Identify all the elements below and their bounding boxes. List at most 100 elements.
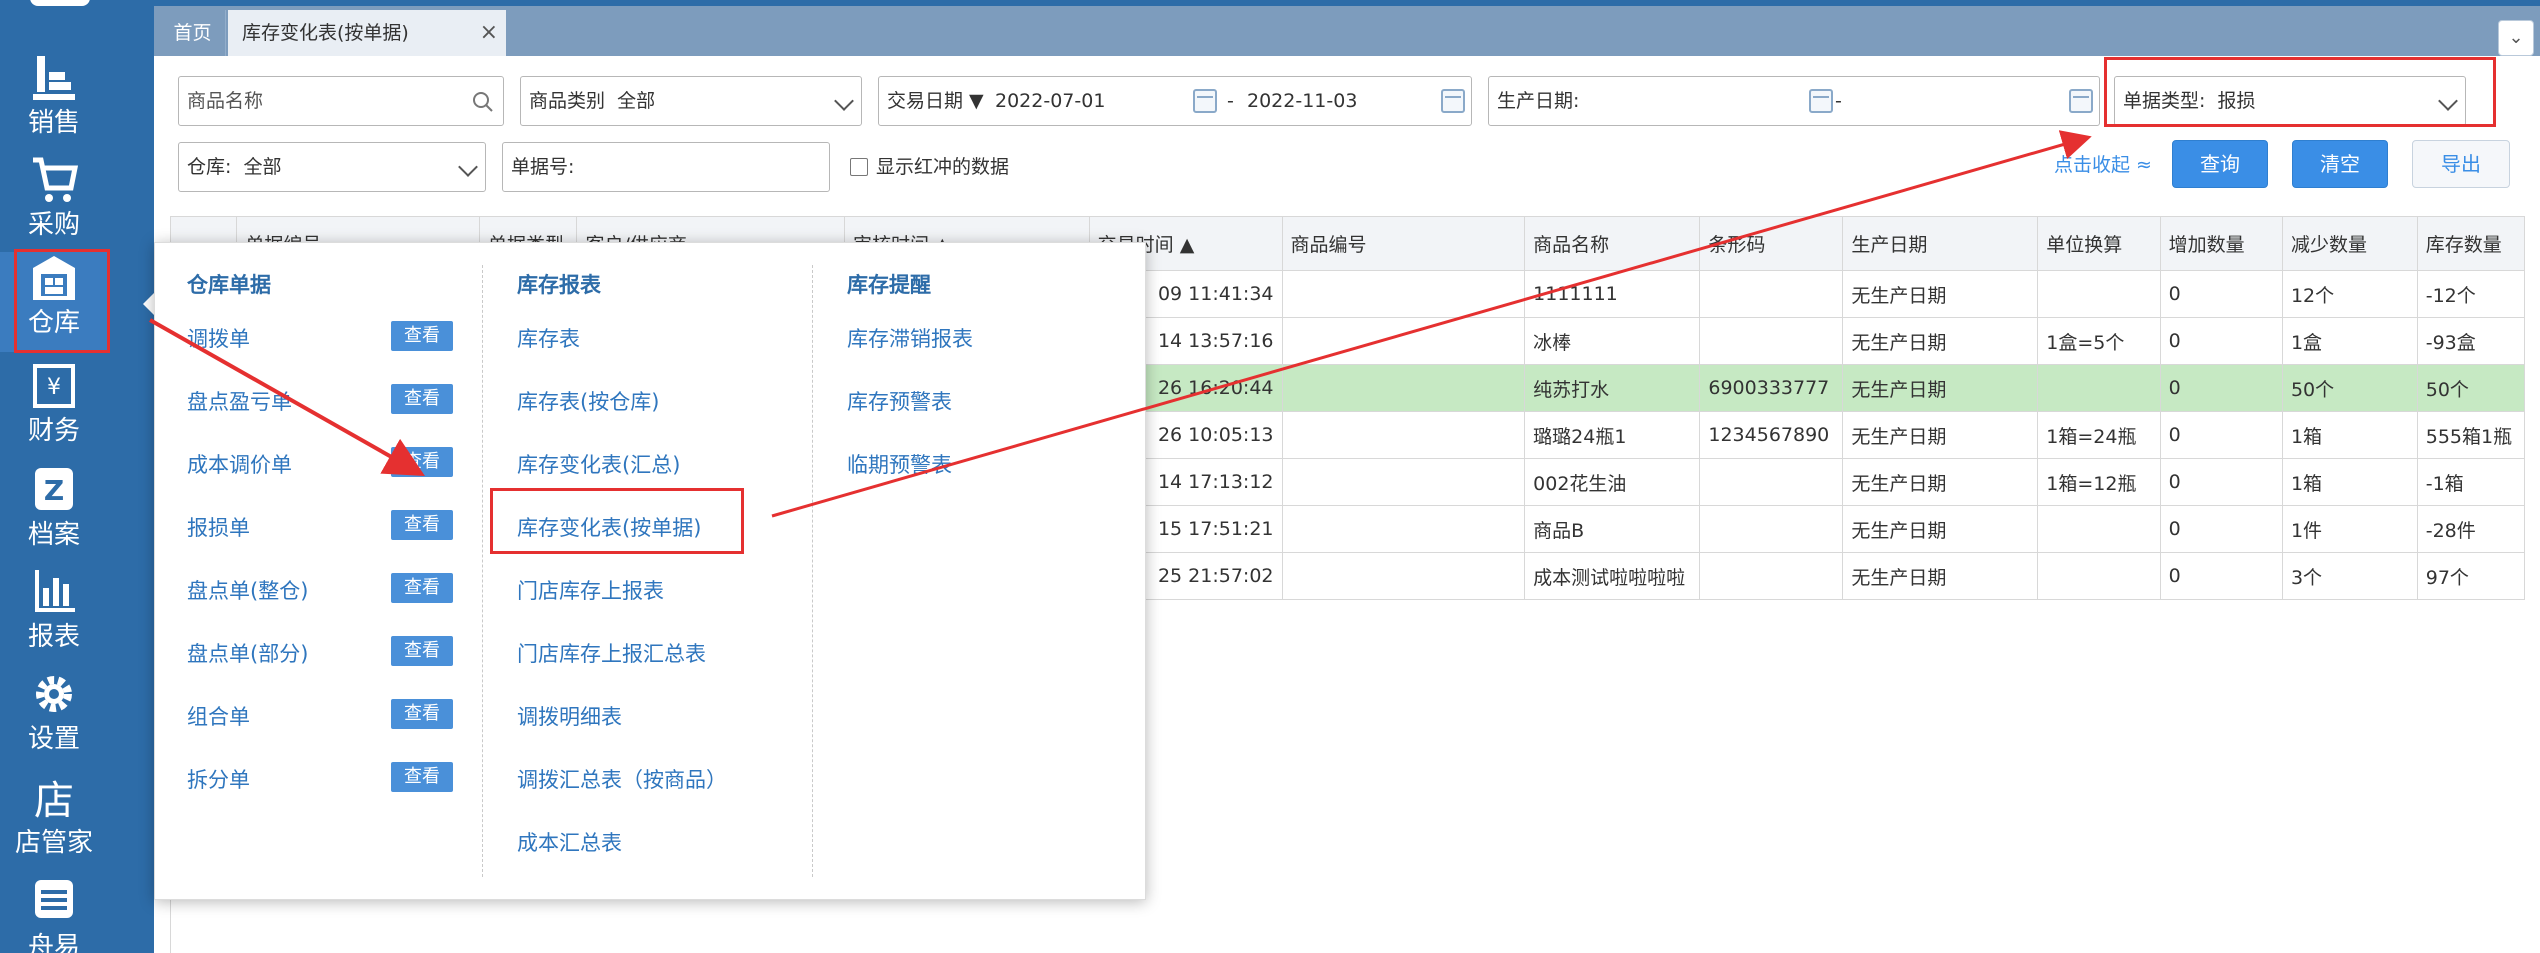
- export-button[interactable]: 导出: [2412, 140, 2510, 188]
- show-red-toggle[interactable]: 显示红冲的数据: [850, 152, 1009, 182]
- calendar-icon[interactable]: [1809, 89, 1833, 113]
- menu-item[interactable]: 拆分单: [187, 764, 250, 794]
- view-button[interactable]: 查看: [391, 510, 453, 540]
- view-button[interactable]: 查看: [391, 573, 453, 603]
- column-header[interactable]: 条形码: [1699, 216, 1844, 271]
- close-icon[interactable]: ×: [480, 10, 498, 56]
- sidebar-item-zhouyi[interactable]: 舟易: [0, 876, 108, 953]
- menu-item[interactable]: 门店库存上报汇总表: [517, 638, 706, 668]
- menu-item[interactable]: 盘点单(整仓): [187, 575, 308, 605]
- trade-date-to[interactable]: 2022-11-03: [1247, 77, 1357, 125]
- trade-date-range[interactable]: 交易日期 ▼ 2022-07-01 - 2022-11-03: [878, 76, 1472, 126]
- sidebar-item-archive[interactable]: Z 档案: [0, 464, 108, 564]
- logo: [30, 0, 90, 6]
- calendar-icon[interactable]: [1193, 89, 1217, 113]
- menu-item[interactable]: 调拨单: [187, 323, 250, 353]
- menu-item[interactable]: 库存表: [517, 323, 580, 353]
- svg-text:Z: Z: [44, 474, 64, 507]
- warehouse-select[interactable]: 仓库: 全部: [178, 142, 486, 192]
- collapse-filters-link[interactable]: 点击收起 ≈: [2054, 150, 2152, 177]
- doc-type-select[interactable]: 单据类型: 报损: [2114, 76, 2466, 126]
- menu-item[interactable]: 调拨汇总表（按商品）: [517, 764, 727, 794]
- sidebar-item-report[interactable]: 报表: [0, 566, 108, 666]
- table-cell: [2037, 552, 2161, 600]
- tab-home[interactable]: 首页: [160, 10, 226, 56]
- calendar-icon[interactable]: [2069, 89, 2093, 113]
- trade-date-label[interactable]: 交易日期 ▼: [887, 90, 984, 112]
- prod-date-label: 生产日期:: [1497, 90, 1580, 112]
- table-cell: 1件: [2281, 505, 2418, 553]
- column-header[interactable]: 库存数量: [2416, 216, 2526, 271]
- menu-item[interactable]: 盘点单(部分): [187, 638, 308, 668]
- table-cell: 1盒: [2281, 317, 2418, 365]
- tab-current[interactable]: 库存变化表(按单据) ×: [228, 10, 506, 56]
- table-cell: 002花生油: [1524, 458, 1701, 506]
- category-select[interactable]: 商品类别 全部: [520, 76, 862, 126]
- trade-date-sep: -: [1227, 90, 1234, 112]
- trade-date-from[interactable]: 2022-07-01: [995, 77, 1105, 125]
- view-button[interactable]: 查看: [391, 699, 453, 729]
- menu-item[interactable]: 库存滞销报表: [847, 323, 973, 353]
- doc-no-input[interactable]: 单据号:: [502, 142, 830, 192]
- yen-icon: ¥: [33, 364, 75, 408]
- sidebar-item-sales[interactable]: 销售: [0, 52, 108, 152]
- chevron-down-icon[interactable]: ⌄: [2498, 20, 2534, 56]
- table-cell: [2037, 364, 2161, 412]
- menu-item[interactable]: 调拨明细表: [517, 701, 622, 731]
- menu-item[interactable]: 组合单: [187, 701, 250, 731]
- sidebar-item-label: 报表: [27, 622, 80, 652]
- table-cell: [2037, 270, 2161, 318]
- menu-item[interactable]: 盘点盈亏单: [187, 386, 292, 416]
- show-red-checkbox[interactable]: [850, 158, 868, 176]
- column-header[interactable]: 增加数量: [2159, 216, 2283, 271]
- store-icon: 店: [34, 778, 74, 824]
- table-cell: 12个: [2281, 270, 2418, 318]
- column-header[interactable]: 减少数量: [2281, 216, 2418, 271]
- menu-item[interactable]: 库存预警表: [847, 386, 952, 416]
- table-cell: [1699, 317, 1844, 365]
- show-red-label: 显示红冲的数据: [876, 156, 1010, 178]
- sidebar-item-settings[interactable]: 设置: [0, 668, 108, 768]
- table-cell: 0: [2159, 317, 2283, 365]
- column-header[interactable]: 商品编号: [1281, 216, 1526, 271]
- column-header[interactable]: 生产日期: [1842, 216, 2039, 271]
- menu-item[interactable]: 成本调价单: [187, 449, 292, 479]
- clear-button[interactable]: 清空: [2292, 140, 2388, 188]
- sidebar-item-label: 设置: [27, 724, 80, 754]
- menu-item[interactable]: 库存变化表(按单据): [517, 512, 701, 542]
- table-cell: 无生产日期: [1842, 458, 2039, 506]
- query-button[interactable]: 查询: [2172, 140, 2268, 188]
- archive-icon: Z: [35, 468, 73, 510]
- menu-item[interactable]: 报损单: [187, 512, 250, 542]
- menu-item[interactable]: 成本汇总表: [517, 827, 622, 857]
- column-header[interactable]: 商品名称: [1524, 216, 1701, 271]
- table-cell: -28件: [2416, 505, 2526, 553]
- view-button[interactable]: 查看: [391, 321, 453, 351]
- view-button[interactable]: 查看: [391, 447, 453, 477]
- search-icon[interactable]: [471, 90, 495, 114]
- menu-col-title: 仓库单据: [187, 273, 271, 297]
- view-button[interactable]: 查看: [391, 636, 453, 666]
- sidebar-item-finance[interactable]: ¥ 财务: [0, 360, 108, 460]
- tab-label: 库存变化表(按单据): [242, 22, 409, 44]
- product-name-input[interactable]: 商品名称: [178, 76, 504, 126]
- menu-col-title: 库存报表: [517, 273, 601, 297]
- table-cell: 0: [2159, 270, 2283, 318]
- menu-item[interactable]: 门店库存上报表: [517, 575, 664, 605]
- table-cell: 3个: [2281, 552, 2418, 600]
- menu-item[interactable]: 库存表(按仓库): [517, 386, 659, 416]
- column-header[interactable]: 单位换算: [2037, 216, 2161, 271]
- view-button[interactable]: 查看: [391, 762, 453, 792]
- prod-date-range[interactable]: 生产日期: -: [1488, 76, 2100, 126]
- sidebar-item-purchase[interactable]: 采购: [0, 154, 108, 254]
- menu-col-title: 库存提醒: [847, 273, 931, 297]
- table-cell: [1281, 552, 1526, 600]
- report-chart-icon: [35, 570, 75, 612]
- menu-item[interactable]: 临期预警表: [847, 449, 952, 479]
- sidebar-item-warehouse[interactable]: 仓库: [0, 252, 155, 352]
- view-button[interactable]: 查看: [391, 384, 453, 414]
- sidebar-item-store[interactable]: 店 店管家: [0, 772, 108, 872]
- menu-item[interactable]: 库存变化表(汇总): [517, 449, 680, 479]
- warehouse-icon: [33, 256, 75, 300]
- calendar-icon[interactable]: [1441, 89, 1465, 113]
